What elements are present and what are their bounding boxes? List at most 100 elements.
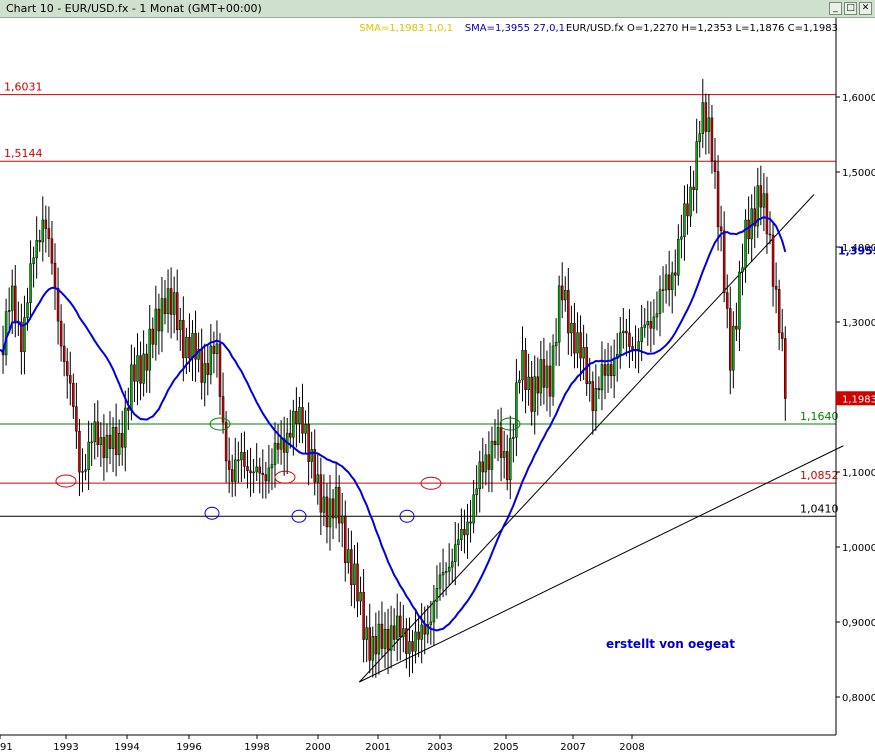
candle-body xyxy=(10,285,14,311)
candle-body xyxy=(87,441,90,471)
candle-body xyxy=(344,515,347,564)
candle-body xyxy=(102,437,106,458)
candle-body xyxy=(469,521,472,524)
candle-body xyxy=(353,563,356,586)
candle-body xyxy=(270,464,274,469)
candle-body xyxy=(686,203,689,217)
candle-body xyxy=(707,117,711,132)
candle-body xyxy=(69,375,72,384)
candle-body xyxy=(606,364,610,376)
candle-body xyxy=(509,438,512,481)
candle-body xyxy=(677,238,680,276)
candle-body xyxy=(276,443,280,450)
candle-body xyxy=(383,629,387,649)
candle-body xyxy=(444,571,448,573)
candle-body xyxy=(182,320,185,359)
candle-body xyxy=(579,332,582,359)
candle-body xyxy=(50,238,54,264)
window-title: Chart 10 - EUR/USD.fx - 1 Monat (GMT+00:… xyxy=(6,2,262,15)
trendlines-layer xyxy=(358,194,844,683)
candle-body xyxy=(774,285,778,290)
candle-body xyxy=(203,363,206,383)
candle-body xyxy=(81,471,84,473)
candle-body xyxy=(527,376,530,390)
candle-body xyxy=(441,572,445,576)
time-tick-label: 91 xyxy=(0,742,13,753)
candle-body xyxy=(114,427,118,455)
price-tick-label: 1,0000 xyxy=(842,543,875,554)
candle-body xyxy=(438,574,442,589)
candle-body xyxy=(658,289,662,314)
candle-body xyxy=(667,274,671,290)
candle-body xyxy=(435,588,439,602)
candle-body xyxy=(322,496,326,513)
candle-body xyxy=(26,302,29,318)
window-titlebar[interactable]: Chart 10 - EUR/USD.fx - 1 Monat (GMT+00:… xyxy=(0,0,875,18)
candle-body xyxy=(108,434,112,449)
candle-body xyxy=(337,486,341,524)
candle-body xyxy=(454,544,457,562)
sma-price-label: 1,3955 xyxy=(838,244,875,257)
price-tick-label: 1,5000 xyxy=(842,168,875,179)
candle-body xyxy=(29,263,32,303)
candle-body xyxy=(625,330,628,334)
candle-body xyxy=(463,529,466,536)
candle-body xyxy=(47,228,51,240)
candle-body xyxy=(655,313,659,318)
candle-body xyxy=(747,219,750,240)
candle-body xyxy=(536,376,540,394)
price-tick-label: 1,1000 xyxy=(842,468,875,479)
candle-body xyxy=(762,193,766,208)
candle-body xyxy=(304,424,307,434)
candle-body xyxy=(557,285,561,343)
candle-body xyxy=(710,117,714,162)
candle-body xyxy=(680,236,683,240)
candle-body xyxy=(264,474,268,482)
candle-body xyxy=(548,365,552,397)
candle-body xyxy=(127,407,130,411)
candle-body xyxy=(777,289,781,334)
candle-body xyxy=(255,466,258,473)
candle-body xyxy=(741,267,744,273)
candle-body xyxy=(487,454,491,470)
candle-body xyxy=(56,287,60,322)
time-axis[interactable]: 91 1993 1994 1996 1998 2000 2001 2003 2005 2007 20… xyxy=(0,735,645,753)
candle-body xyxy=(533,376,536,412)
maximize-button[interactable]: □ xyxy=(844,2,857,15)
candle-body xyxy=(62,345,66,362)
candle-body xyxy=(744,219,747,268)
candle-body xyxy=(240,452,243,461)
candle-body xyxy=(505,451,509,481)
candle-body xyxy=(670,272,674,290)
candle-body xyxy=(93,421,96,443)
close-button[interactable]: ✕ xyxy=(859,2,872,15)
chart-canvas[interactable]: 1,6031 1,5144 1,1640 1,0852 1,0410 SMA=1,198… xyxy=(0,18,875,753)
candle-body xyxy=(307,424,310,462)
time-tick-label: 2000 xyxy=(305,742,330,753)
candle-body xyxy=(768,233,772,236)
candle-body xyxy=(23,317,26,353)
level-label: 1,0852 xyxy=(800,469,839,482)
candle-body xyxy=(163,298,167,314)
candle-body xyxy=(729,308,732,371)
price-tick-label: 0,8000 xyxy=(842,693,875,704)
candle-body xyxy=(698,133,701,142)
candle-body xyxy=(447,566,451,572)
candle-body xyxy=(582,347,585,359)
candle-body xyxy=(380,623,384,649)
candle-body xyxy=(362,592,365,640)
candle-body xyxy=(41,219,45,243)
candle-body xyxy=(267,467,271,482)
candle-body xyxy=(75,406,78,432)
highlight-circle xyxy=(274,470,296,484)
candle-body xyxy=(600,364,604,391)
current-price-label: 1,1983 xyxy=(842,394,875,405)
candle-body xyxy=(735,325,738,330)
minimize-button[interactable]: _ xyxy=(829,2,842,15)
candle-body xyxy=(96,421,100,445)
candle-body xyxy=(261,472,265,475)
candle-body xyxy=(570,322,573,334)
candle-body xyxy=(771,234,775,287)
candle-body xyxy=(313,449,316,483)
candle-body xyxy=(475,488,478,495)
